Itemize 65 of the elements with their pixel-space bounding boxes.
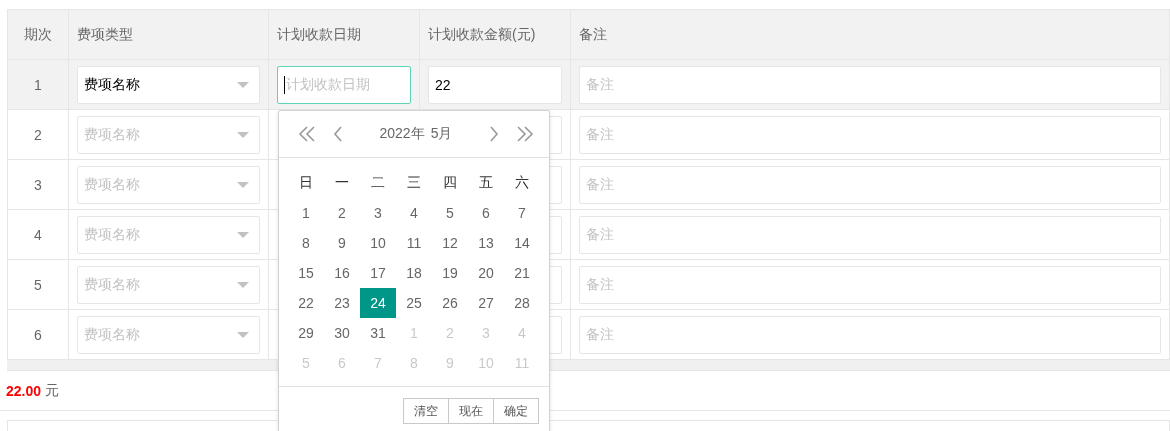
day-cell[interactable]: 20 bbox=[468, 258, 504, 288]
day-cell[interactable]: 31 bbox=[360, 318, 396, 348]
caret-icon bbox=[237, 331, 249, 338]
double-chevron-right-icon[interactable] bbox=[516, 126, 534, 142]
day-cell[interactable]: 13 bbox=[468, 228, 504, 258]
day-cell[interactable]: 9 bbox=[324, 228, 360, 258]
currency-unit: 元 bbox=[45, 381, 60, 400]
select-field[interactable]: 费项名称 bbox=[77, 65, 260, 104]
day-cell[interactable]: 11 bbox=[396, 228, 432, 258]
day-cell[interactable]: 29 bbox=[288, 318, 324, 348]
day-cell[interactable]: 21 bbox=[504, 258, 540, 288]
column-header: 计划收款金额(元) bbox=[420, 10, 571, 60]
day-cell[interactable]: 28 bbox=[504, 288, 540, 318]
day-cell[interactable]: 1 bbox=[288, 198, 324, 228]
picker-button[interactable]: 现在 bbox=[448, 398, 494, 424]
day-cell[interactable]: 24 bbox=[360, 288, 396, 318]
day-cell[interactable]: 3 bbox=[360, 198, 396, 228]
day-cell[interactable]: 5 bbox=[432, 198, 468, 228]
weekday-label: 六 bbox=[514, 173, 530, 192]
weekday-label: 四 bbox=[442, 173, 458, 192]
column-header: 费项类型 bbox=[69, 10, 269, 60]
caret-icon bbox=[237, 231, 249, 238]
period-cell: 1 bbox=[8, 60, 69, 110]
period-cell: 4 bbox=[8, 210, 69, 260]
amount-field[interactable]: 22 bbox=[428, 65, 562, 104]
weekday-label: 日 bbox=[298, 173, 314, 192]
day-cell[interactable]: 4 bbox=[396, 198, 432, 228]
period-cell: 5 bbox=[8, 260, 69, 310]
day-cell[interactable]: 10 bbox=[360, 228, 396, 258]
day-cell[interactable]: 27 bbox=[468, 288, 504, 318]
day-cell[interactable]: 2 bbox=[324, 198, 360, 228]
caret-icon bbox=[237, 131, 249, 138]
double-chevron-left-icon[interactable] bbox=[298, 126, 316, 142]
day-cell[interactable]: 30 bbox=[324, 318, 360, 348]
day-cell[interactable]: 18 bbox=[396, 258, 432, 288]
caret-icon bbox=[237, 81, 249, 88]
day-cell[interactable]: 22 bbox=[288, 288, 324, 318]
day-cell[interactable]: 15 bbox=[288, 258, 324, 288]
caret-icon bbox=[237, 281, 249, 288]
day-cell[interactable]: 7 bbox=[504, 198, 540, 228]
day-cell[interactable]: 12 bbox=[432, 228, 468, 258]
day-cell[interactable]: 19 bbox=[432, 258, 468, 288]
year-label[interactable]: 2022年 bbox=[379, 125, 425, 141]
total-amount: 22.00 bbox=[6, 382, 42, 399]
weekday-label: 一 bbox=[334, 173, 350, 192]
column-header: 备注 bbox=[571, 10, 1170, 60]
weekday-label: 二 bbox=[370, 173, 386, 192]
picker-button[interactable]: 清空 bbox=[403, 398, 449, 424]
month-label[interactable]: 5月 bbox=[430, 125, 453, 141]
period-cell: 3 bbox=[8, 160, 69, 210]
day-cell[interactable]: 26 bbox=[432, 288, 468, 318]
column-header: 期次 bbox=[8, 10, 69, 60]
day-cell[interactable]: 17 bbox=[360, 258, 396, 288]
picker-button[interactable]: 确定 bbox=[493, 398, 539, 424]
day-cell[interactable]: 8 bbox=[288, 228, 324, 258]
column-header: 计划收款日期 bbox=[269, 10, 420, 60]
day-cell[interactable]: 14 bbox=[504, 228, 540, 258]
day-cell[interactable]: 25 bbox=[396, 288, 432, 318]
weekday-label: 五 bbox=[478, 173, 494, 192]
day-cell[interactable]: 6 bbox=[468, 198, 504, 228]
period-cell: 2 bbox=[8, 110, 69, 160]
day-cell[interactable]: 23 bbox=[324, 288, 360, 318]
caret-icon bbox=[237, 181, 249, 188]
day-cell[interactable]: 16 bbox=[324, 258, 360, 288]
weekday-label: 三 bbox=[406, 173, 422, 192]
